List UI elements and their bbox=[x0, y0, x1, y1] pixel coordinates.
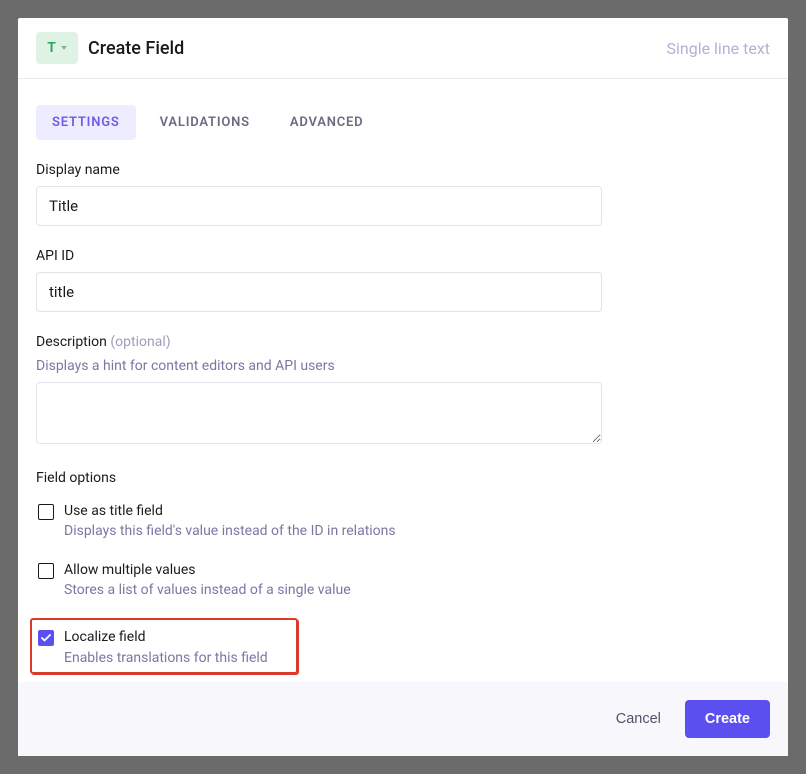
field-type-badge[interactable]: T bbox=[36, 32, 78, 64]
description-hint: Displays a hint for content editors and … bbox=[36, 358, 602, 374]
option-localize[interactable]: Localize field Enables translations for … bbox=[36, 626, 292, 667]
check-icon bbox=[41, 634, 51, 642]
option-text: Allow multiple values Stores a list of v… bbox=[64, 561, 351, 598]
option-label: Use as title field bbox=[64, 502, 396, 520]
option-hint: Stores a list of values instead of a sin… bbox=[64, 582, 351, 598]
description-label: Description (optional) bbox=[36, 334, 602, 350]
checkbox-use-as-title[interactable] bbox=[38, 504, 54, 520]
highlight-box: Localize field Enables translations for … bbox=[30, 618, 298, 673]
api-id-label: API ID bbox=[36, 248, 602, 264]
checkbox-localize[interactable] bbox=[38, 630, 54, 646]
create-field-modal: T Create Field Single line text SETTINGS… bbox=[18, 18, 788, 756]
tabs: SETTINGS VALIDATIONS ADVANCED bbox=[18, 79, 788, 140]
api-id-group: API ID bbox=[36, 248, 602, 312]
display-name-group: Display name bbox=[36, 162, 602, 226]
description-group: Description (optional) Displays a hint f… bbox=[36, 334, 602, 448]
option-label: Allow multiple values bbox=[64, 561, 351, 579]
badge-letter: T bbox=[47, 40, 56, 56]
display-name-label: Display name bbox=[36, 162, 602, 178]
form-body: Display name API ID Description (optiona… bbox=[18, 140, 788, 682]
cancel-button[interactable]: Cancel bbox=[608, 701, 669, 737]
create-button[interactable]: Create bbox=[685, 700, 770, 738]
modal-header: T Create Field Single line text bbox=[18, 18, 788, 79]
display-name-input[interactable] bbox=[36, 186, 602, 226]
description-textarea[interactable] bbox=[36, 382, 602, 444]
description-label-text: Description bbox=[36, 334, 107, 350]
tab-validations[interactable]: VALIDATIONS bbox=[144, 105, 266, 140]
option-text: Use as title field Displays this field's… bbox=[64, 502, 396, 539]
option-text: Localize field Enables translations for … bbox=[64, 628, 268, 665]
tab-advanced[interactable]: ADVANCED bbox=[274, 105, 380, 140]
option-use-as-title[interactable]: Use as title field Displays this field's… bbox=[36, 500, 770, 541]
field-type-label: Single line text bbox=[666, 39, 770, 58]
field-options-title: Field options bbox=[36, 470, 770, 486]
option-hint: Displays this field's value instead of t… bbox=[64, 523, 396, 539]
header-left: T Create Field bbox=[36, 32, 184, 64]
modal-footer: Cancel Create bbox=[18, 682, 788, 756]
option-hint: Enables translations for this field bbox=[64, 650, 268, 666]
chevron-down-icon bbox=[61, 46, 67, 50]
option-allow-multiple[interactable]: Allow multiple values Stores a list of v… bbox=[36, 559, 770, 600]
modal-title: Create Field bbox=[88, 38, 184, 59]
tab-settings[interactable]: SETTINGS bbox=[36, 105, 136, 140]
option-label: Localize field bbox=[64, 628, 268, 646]
checkbox-allow-multiple[interactable] bbox=[38, 563, 54, 579]
api-id-input[interactable] bbox=[36, 272, 602, 312]
optional-tag: (optional) bbox=[110, 334, 170, 350]
